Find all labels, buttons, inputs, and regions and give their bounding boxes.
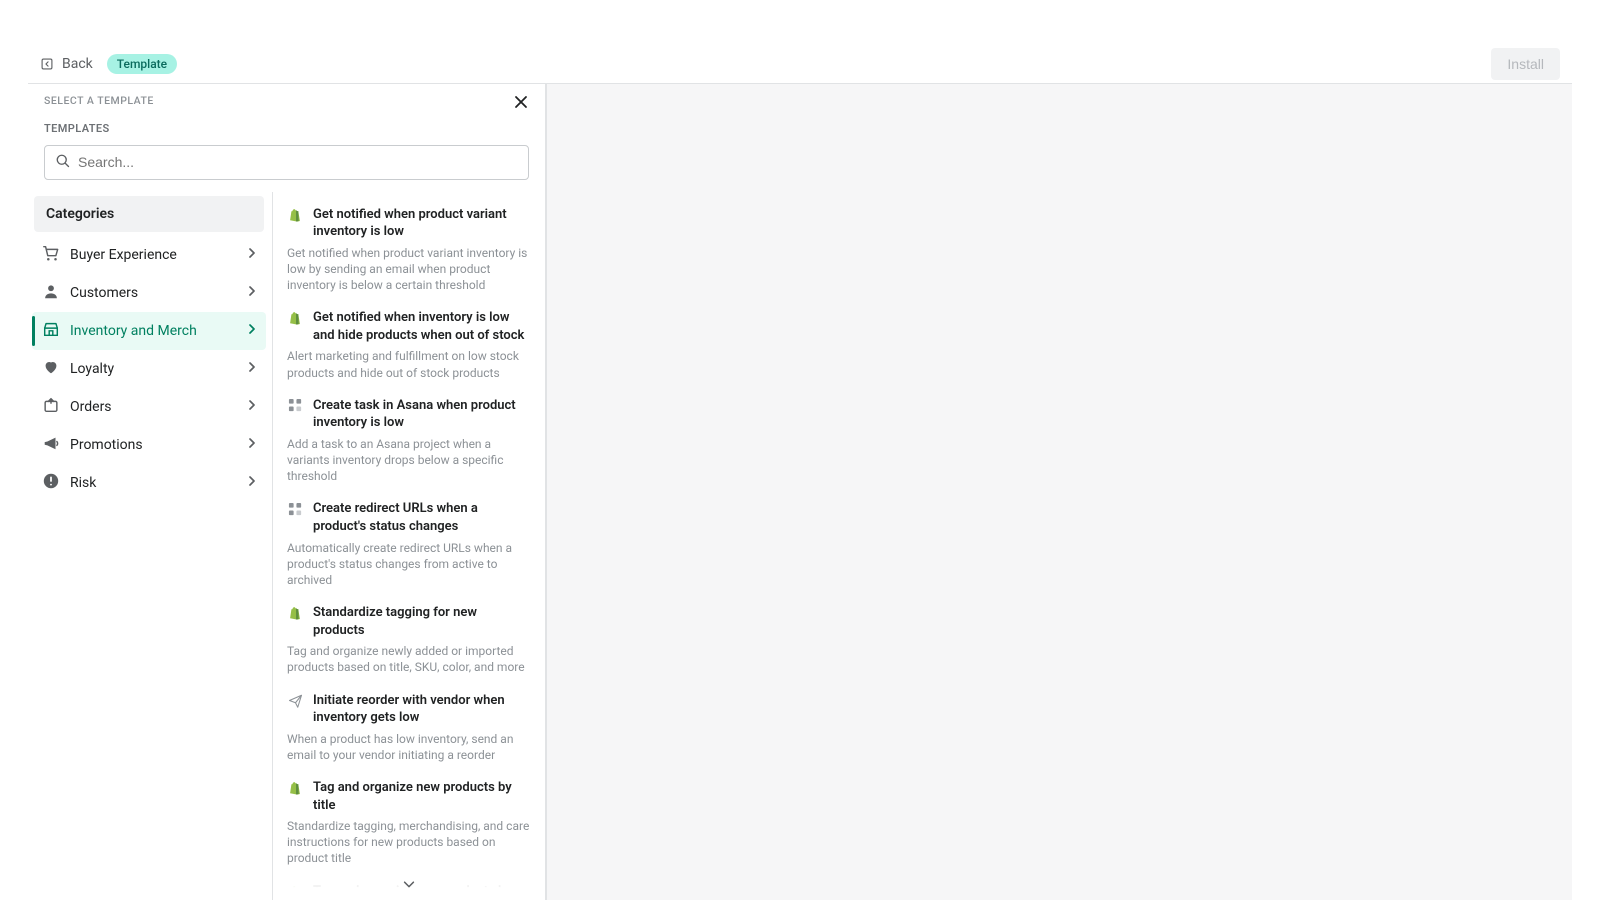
template-title: Get notified when product variant invent…	[313, 206, 531, 241]
template-title: Create redirect URLs when a product's st…	[313, 500, 531, 535]
template-item[interactable]: Create redirect URLs when a product's st…	[283, 494, 535, 598]
box-icon	[42, 396, 60, 418]
template-description: Automatically create redirect URLs when …	[287, 540, 531, 589]
asana-grid-icon	[287, 398, 303, 414]
chevron-right-icon	[246, 437, 258, 453]
chevron-right-icon	[246, 399, 258, 415]
template-item[interactable]: Get notified when inventory is low and h…	[283, 303, 535, 390]
sidebar-item-orders[interactable]: Orders	[32, 388, 266, 426]
sidebar-item-label: Buyer Experience	[70, 247, 256, 263]
search-wrap	[28, 145, 545, 192]
user-icon	[42, 282, 60, 304]
sidebar-item-buyer-experience[interactable]: Buyer Experience	[32, 236, 266, 274]
categories-header: Categories	[34, 196, 264, 232]
shopify-icon	[287, 884, 303, 900]
panel-title: TEMPLATES	[28, 114, 545, 145]
search-icon	[55, 153, 70, 172]
template-description: Standardize tagging, merchandising, and …	[287, 818, 531, 867]
chevron-right-icon	[246, 323, 258, 339]
megaphone-icon	[42, 434, 60, 456]
template-title: Get notified when inventory is low and h…	[313, 309, 531, 344]
sidebar-item-label: Loyalty	[70, 361, 256, 377]
categories-column: Categories Buyer Experience Customers Inve…	[28, 192, 272, 900]
install-button[interactable]: Install	[1491, 48, 1560, 80]
templates-column: Get notified when product variant invent…	[272, 192, 545, 900]
search-box[interactable]	[44, 145, 529, 180]
panel-header: SELECT A TEMPLATE	[28, 84, 545, 114]
template-description: Get notified when product variant invent…	[287, 245, 531, 294]
template-description: Alert marketing and fulfillment on low s…	[287, 348, 531, 380]
template-panel: SELECT A TEMPLATE TEMPLATES	[28, 84, 546, 900]
cart-icon	[42, 244, 60, 266]
sidebar-item-label: Inventory and Merch	[70, 323, 256, 339]
close-button[interactable]	[513, 94, 529, 114]
workflow-canvas[interactable]	[546, 84, 1572, 900]
template-title: Initiate reorder with vendor when invent…	[313, 692, 531, 727]
shopify-icon	[287, 207, 303, 223]
template-title: Tag and organize new products by title	[313, 779, 531, 814]
back-icon	[40, 57, 54, 71]
shopify-icon	[287, 780, 303, 796]
template-item[interactable]: Standardize tagging for new products Tag …	[283, 598, 535, 685]
sidebar-item-inventory-and-merch[interactable]: Inventory and Merch	[32, 312, 266, 350]
template-description: Tag and organize newly added or imported…	[287, 643, 531, 675]
back-button[interactable]: Back	[40, 56, 93, 72]
template-title: Tag and organize new products by color	[313, 883, 531, 900]
asana-grid-icon	[287, 501, 303, 517]
sidebar-item-loyalty[interactable]: Loyalty	[32, 350, 266, 388]
close-icon	[513, 98, 529, 114]
template-description: Add a task to an Asana project when a va…	[287, 436, 531, 485]
alert-icon	[42, 472, 60, 494]
search-input[interactable]	[78, 154, 518, 170]
sidebar-item-label: Promotions	[70, 437, 256, 453]
template-item[interactable]: Get notified when product variant invent…	[283, 200, 535, 304]
top-bar-left: Back Template	[40, 54, 177, 74]
shopify-icon	[287, 310, 303, 326]
template-title: Create task in Asana when product invent…	[313, 397, 531, 432]
template-item[interactable]: Tag and organize new products by title St…	[283, 773, 535, 877]
main: SELECT A TEMPLATE TEMPLATES	[28, 84, 1572, 900]
categories-list: Buyer Experience Customers Inventory and M…	[32, 236, 266, 502]
heart-icon	[42, 358, 60, 380]
template-description: When a product has low inventory, send a…	[287, 731, 531, 763]
sidebar-item-label: Risk	[70, 475, 256, 491]
store-icon	[42, 320, 60, 342]
sidebar-item-label: Orders	[70, 399, 256, 415]
sidebar-item-promotions[interactable]: Promotions	[32, 426, 266, 464]
template-item[interactable]: Create task in Asana when product invent…	[283, 391, 535, 495]
panel-body: Categories Buyer Experience Customers Inve…	[28, 192, 545, 900]
template-title: Standardize tagging for new products	[313, 604, 531, 639]
templates-list[interactable]: Get notified when product variant invent…	[273, 192, 545, 900]
chevron-right-icon	[246, 475, 258, 491]
back-label: Back	[62, 56, 93, 72]
plane-icon	[287, 693, 303, 709]
top-bar: Back Template Install	[28, 46, 1572, 84]
sidebar-item-customers[interactable]: Customers	[32, 274, 266, 312]
template-item[interactable]: Tag and organize new products by colorAd…	[283, 877, 535, 900]
sidebar-item-risk[interactable]: Risk	[32, 464, 266, 502]
shopify-icon	[287, 605, 303, 621]
template-chip: Template	[107, 54, 177, 74]
chevron-right-icon	[246, 361, 258, 377]
breadcrumb: SELECT A TEMPLATE	[44, 94, 154, 107]
chevron-right-icon	[246, 247, 258, 263]
sidebar-item-label: Customers	[70, 285, 256, 301]
template-item[interactable]: Initiate reorder with vendor when invent…	[283, 686, 535, 773]
chevron-right-icon	[246, 285, 258, 301]
